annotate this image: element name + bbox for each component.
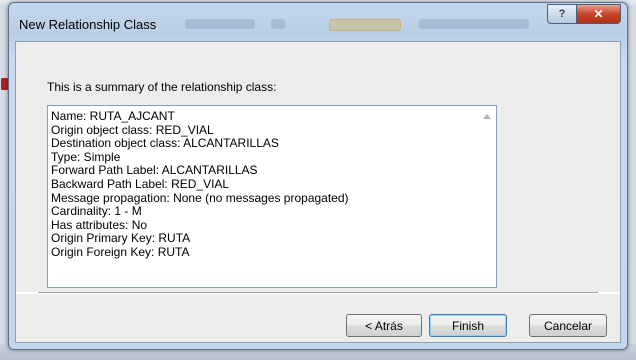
wizard-content: This is a summary of the relationship cl… xyxy=(16,42,620,292)
summary-line: Destination object class: ALCANTARILLAS xyxy=(51,136,279,151)
summary-line: Has attributes: No xyxy=(51,217,148,232)
dialog-client-area: This is a summary of the relationship cl… xyxy=(15,41,621,343)
background-blur xyxy=(271,19,285,29)
summary-line: Origin object class: RED_VIAL xyxy=(51,122,214,137)
summary-line: Cardinality: 1 - M xyxy=(51,204,142,219)
summary-line: Backward Path Label: RED_VIAL xyxy=(51,176,230,191)
summary-line: Message propagation: None (no messages p… xyxy=(51,190,349,205)
title-bar[interactable]: New Relationship Class ? ✕ xyxy=(9,3,627,41)
summary-line: Type: Simple xyxy=(51,149,121,164)
cancel-button[interactable]: Cancelar xyxy=(529,314,607,337)
background-blur xyxy=(329,19,401,31)
background-blur xyxy=(185,19,255,29)
summary-line: Forward Path Label: ALCANTARILLAS xyxy=(51,163,258,178)
close-button[interactable]: ✕ xyxy=(577,4,621,24)
finish-button[interactable]: Finish xyxy=(429,314,507,337)
scroll-up-arrow-icon[interactable] xyxy=(483,114,491,119)
caption-buttons: ? ✕ xyxy=(547,4,621,24)
help-icon: ? xyxy=(558,8,566,20)
summary-line: Origin Primary Key: RUTA xyxy=(51,231,191,246)
vertical-scrollbar[interactable] xyxy=(479,106,496,287)
summary-lines: Name: RUTA_AJCANT Origin object class: R… xyxy=(51,109,471,260)
help-button[interactable]: ? xyxy=(547,4,577,24)
close-icon: ✕ xyxy=(593,7,604,21)
new-relationship-class-dialog: New Relationship Class ? ✕ This is a sum… xyxy=(8,2,628,350)
summary-label: This is a summary of the relationship cl… xyxy=(47,80,277,94)
back-button[interactable]: < Atrás xyxy=(346,314,422,337)
dialog-title: New Relationship Class xyxy=(19,17,157,32)
summary-line: Name: RUTA_AJCANT xyxy=(51,109,175,123)
background-blur xyxy=(419,19,529,29)
wizard-footer: < Atrás Finish Cancelar xyxy=(16,294,620,342)
summary-textbox[interactable]: Name: RUTA_AJCANT Origin object class: R… xyxy=(47,105,497,288)
summary-line: Origin Foreign Key: RUTA xyxy=(51,244,190,259)
